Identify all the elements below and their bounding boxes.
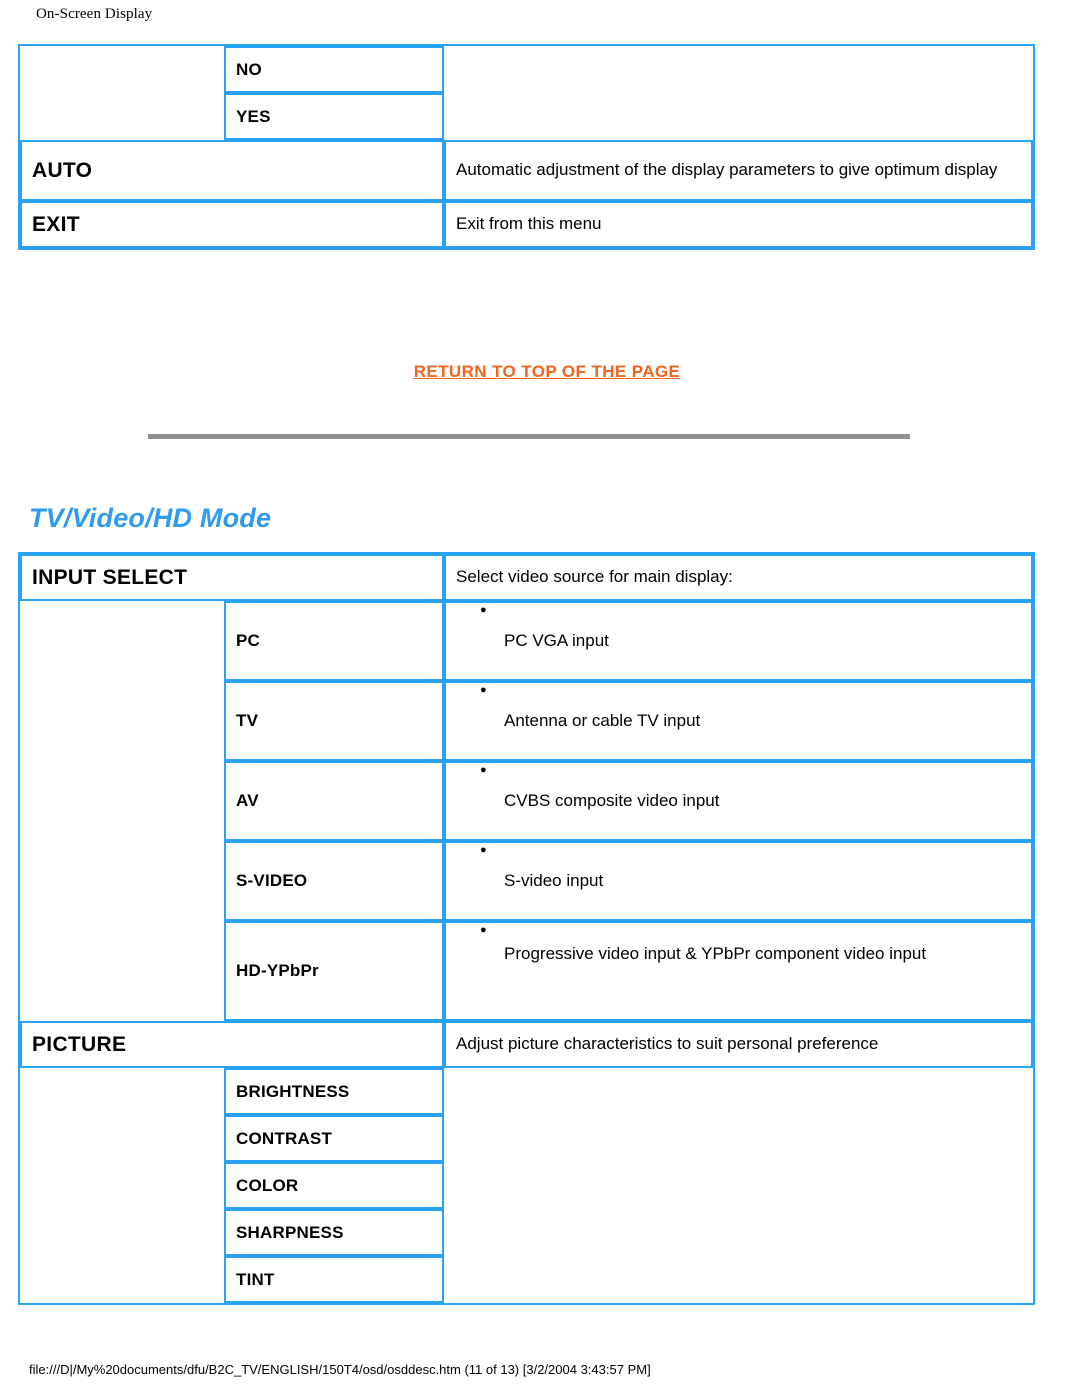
option-description-picture: Adjust picture characteristics to suit p… <box>444 1021 1033 1068</box>
option-description-av: CVBS composite video input <box>444 761 1033 841</box>
table-row: AUTO Automatic adjustment of the display… <box>20 140 1033 201</box>
option-label-yes[interactable]: YES <box>224 93 444 140</box>
table-row: YES <box>20 93 1033 140</box>
option-label-contrast[interactable]: CONTRAST <box>224 1115 444 1162</box>
table-row: PC PC VGA input <box>20 601 1033 1021</box>
option-label-brightness[interactable]: BRIGHTNESS <box>224 1068 444 1115</box>
page-title: TV/Video/HD Mode <box>29 503 272 534</box>
table-row: INPUT SELECT Select video source for mai… <box>20 554 1033 601</box>
table-row: EXIT Exit from this menu <box>20 201 1033 248</box>
option-label-input-select[interactable]: INPUT SELECT <box>20 554 444 601</box>
return-to-top-wrapper: RETURN TO TOP OF THE PAGE <box>0 362 1080 382</box>
page-header-title: On-Screen Display <box>36 6 153 22</box>
option-description-input-select: Select video source for main display: <box>444 554 1033 601</box>
spacer-cell <box>444 1115 1033 1162</box>
spacer-cell <box>444 46 1033 93</box>
option-label-pc[interactable]: PC <box>224 601 444 681</box>
option-label-color[interactable]: COLOR <box>224 1162 444 1209</box>
spacer-cell <box>20 46 224 93</box>
option-label-s-video[interactable]: S-VIDEO <box>224 841 444 921</box>
spacer-cell <box>20 601 224 1021</box>
option-description-tv: Antenna or cable TV input <box>444 681 1033 761</box>
table-row: BRIGHTNESS <box>20 1068 1033 1303</box>
table-row: PICTURE Adjust picture characteristics t… <box>20 1021 1033 1068</box>
spacer-cell <box>444 1256 1033 1303</box>
option-label-hd-ypbpr[interactable]: HD-YPbPr <box>224 921 444 1021</box>
horizontal-divider <box>148 434 910 439</box>
osd-options-table-top: NO YES AUTO Automatic adjustment of the … <box>18 44 1035 250</box>
option-description-hd-ypbpr: Progressive video input & YPbPr componen… <box>444 921 1033 1021</box>
table-row: NO <box>20 46 1033 93</box>
option-description-exit: Exit from this menu <box>444 201 1033 248</box>
option-label-tint[interactable]: TINT <box>224 1256 444 1303</box>
option-description-s-video: S-video input <box>444 841 1033 921</box>
return-to-top-link[interactable]: RETURN TO TOP OF THE PAGE <box>414 362 681 382</box>
option-label-exit[interactable]: EXIT <box>20 201 444 248</box>
option-label-tv[interactable]: TV <box>224 681 444 761</box>
option-label-auto[interactable]: AUTO <box>20 140 444 201</box>
option-label-picture[interactable]: PICTURE <box>20 1021 444 1068</box>
option-label-sharpness[interactable]: SHARPNESS <box>224 1209 444 1256</box>
option-description-auto: Automatic adjustment of the display para… <box>444 140 1033 201</box>
osd-options-table-main: INPUT SELECT Select video source for mai… <box>18 552 1035 1305</box>
spacer-cell <box>20 1068 224 1303</box>
option-description-pc: PC VGA input <box>444 601 1033 681</box>
spacer-cell <box>444 1068 1033 1115</box>
spacer-cell <box>444 1162 1033 1209</box>
option-label-no[interactable]: NO <box>224 46 444 93</box>
page-footer-path: file:///D|/My%20documents/dfu/B2C_TV/ENG… <box>29 1362 651 1377</box>
spacer-cell <box>20 93 224 140</box>
spacer-cell <box>444 1209 1033 1256</box>
option-label-av[interactable]: AV <box>224 761 444 841</box>
spacer-cell <box>444 93 1033 140</box>
